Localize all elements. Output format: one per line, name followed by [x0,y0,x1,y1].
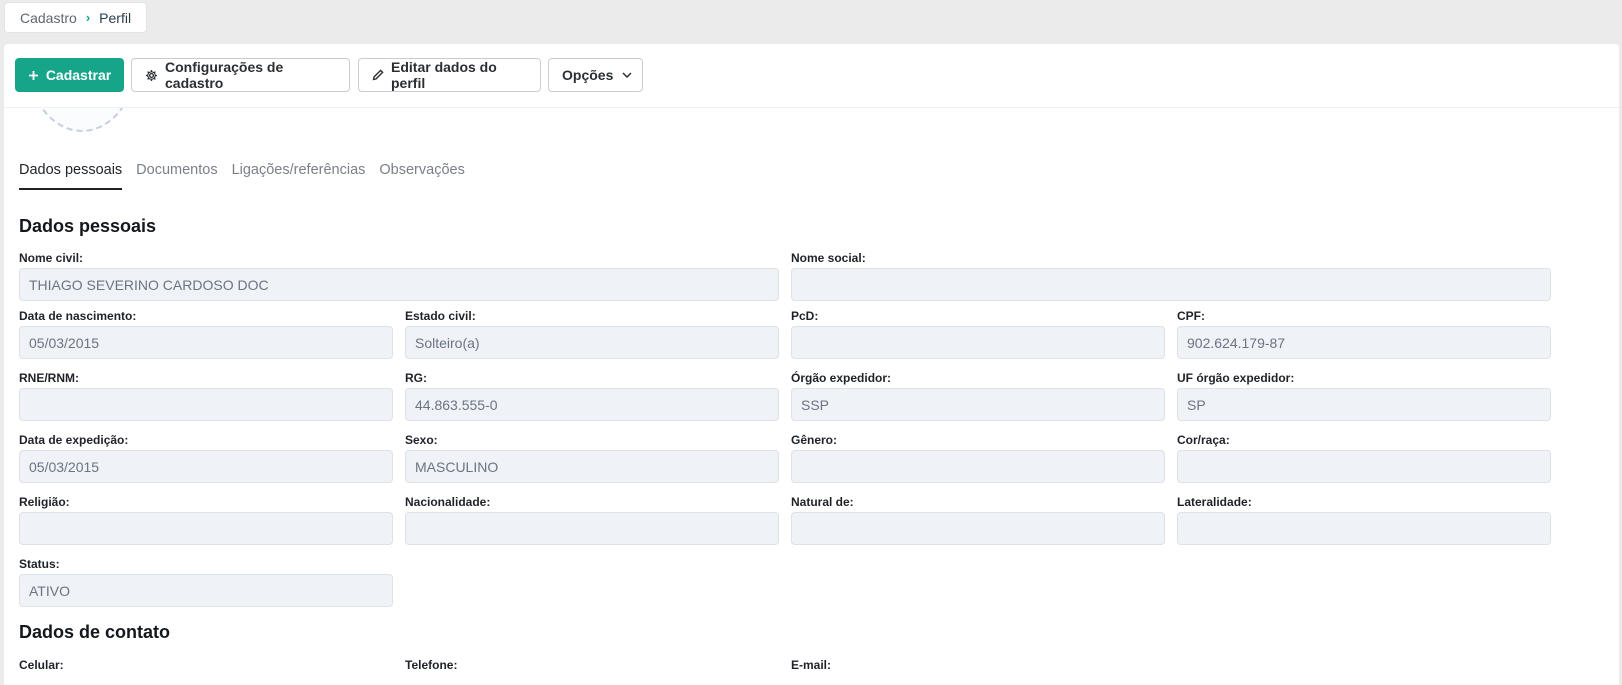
input-orgao-expedidor[interactable]: SSP [791,388,1165,421]
options-dropdown-button[interactable]: Opções [548,58,643,92]
label-telefone: Telefone: [405,658,458,672]
label-email: E-mail: [791,658,832,672]
label-cpf: CPF: [1177,309,1205,323]
input-data-nascimento[interactable]: 05/03/2015 [19,326,393,359]
input-cpf[interactable]: 902.624.179-87 [1177,326,1551,359]
label-status: Status: [19,557,60,571]
label-estado-civil: Estado civil: [405,309,476,323]
label-orgao-expedidor: Órgão expedidor: [791,371,892,385]
label-pcd: PcD: [791,309,819,323]
label-data-expedicao: Data de expedição: [19,433,129,447]
input-lateralidade[interactable] [1177,512,1551,545]
label-sexo: Sexo: [405,433,438,447]
label-celular: Celular: [19,658,64,672]
registration-settings-label: Configurações de cadastro [165,59,284,91]
edit-profile-button[interactable]: Editar dados do perfil [358,58,541,92]
label-lateralidade: Lateralidade: [1177,495,1252,509]
plus-icon [28,70,39,81]
label-uf-orgao-expedidor: UF órgão expedidor: [1177,371,1295,385]
registration-settings-button[interactable]: Configurações de cadastro [131,58,350,92]
input-nome-civil[interactable]: THIAGO SEVERINO CARDOSO DOC [19,268,779,301]
tab-observacoes[interactable]: Observações [379,152,464,190]
label-genero: Gênero: [791,433,838,447]
label-nacionalidade: Nacionalidade: [405,495,491,509]
label-nome-social: Nome social: [791,251,866,265]
label-rne-rnm: RNE/RNM: [19,371,79,385]
label-rg: RG: [405,371,427,385]
label-religiao: Religião: [19,495,70,509]
input-rg[interactable]: 44.863.555-0 [405,388,779,421]
input-status[interactable]: ATIVO [19,574,393,607]
gear-icon [145,69,158,82]
breadcrumb-perfil: Perfil [99,9,132,26]
breadcrumb: Cadastro › Perfil [4,2,148,33]
tab-dados-pessoais[interactable]: Dados pessoais [19,152,123,190]
label-nome-civil: Nome civil: [19,251,84,265]
tab-ligacoes-referencias[interactable]: Ligações/referências [232,152,366,190]
tab-documentos[interactable]: Documentos [136,152,217,190]
section-title-personal: Dados pessoais [19,216,157,236]
profile-tabs: Dados pessoais Documentos Ligações/refer… [19,152,479,190]
input-pcd[interactable] [791,326,1165,359]
chevron-down-icon [622,72,632,78]
input-sexo[interactable]: MASCULINO [405,450,779,483]
options-label: Opções [562,67,614,83]
input-religiao[interactable] [19,512,393,545]
breadcrumb-separator-icon: › [85,10,91,25]
label-cor-raca: Cor/raça: [1177,433,1230,447]
input-rne-rnm[interactable] [19,388,393,421]
label-natural-de: Natural de: [791,495,854,509]
register-button-label: Cadastrar [45,67,112,83]
breadcrumb-cadastro[interactable]: Cadastro [20,10,77,26]
register-button[interactable]: Cadastrar [15,58,124,92]
label-data-nascimento: Data de nascimento: [19,309,137,323]
pencil-icon [372,69,384,81]
section-title-contact: Dados de contato [19,622,171,642]
input-nome-social[interactable] [791,268,1551,301]
edit-profile-label: Editar dados do perfil [391,59,497,91]
input-cor-raca[interactable] [1177,450,1551,483]
input-data-expedicao[interactable]: 05/03/2015 [19,450,393,483]
input-estado-civil[interactable]: Solteiro(a) [405,326,779,359]
input-natural-de[interactable] [791,512,1165,545]
toolbar: Cadastrar Configurações de cadastro Edit… [4,44,1619,108]
input-nacionalidade[interactable] [405,512,779,545]
input-uf-orgao-expedidor[interactable]: SP [1177,388,1551,421]
profile-panel: Cadastrar Configurações de cadastro Edit… [4,44,1619,685]
input-genero[interactable] [791,450,1165,483]
